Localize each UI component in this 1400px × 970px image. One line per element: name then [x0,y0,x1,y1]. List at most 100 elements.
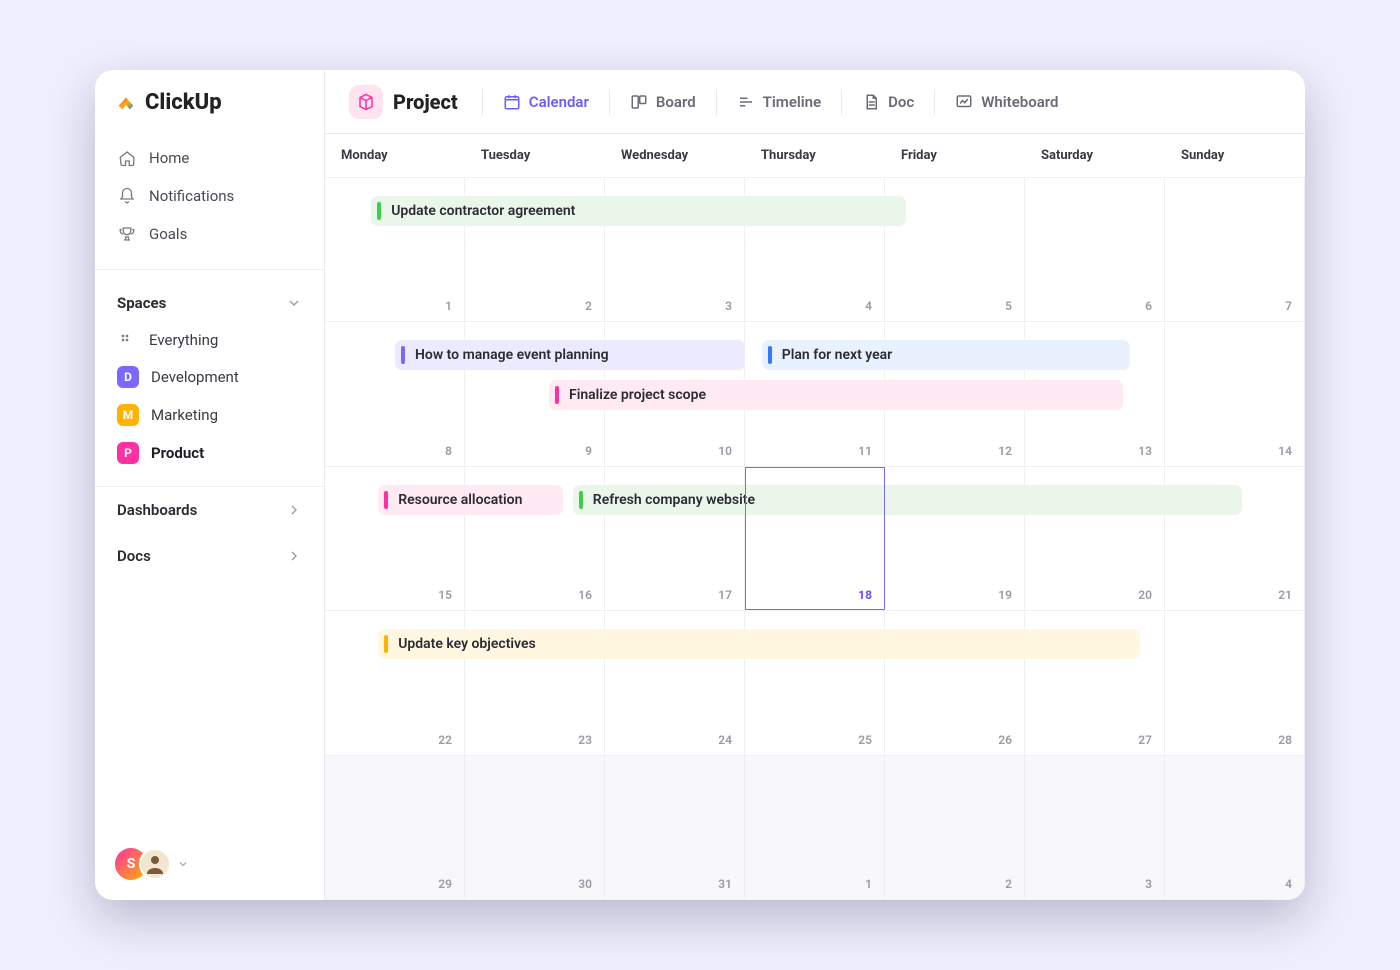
dow-saturday: Saturday [1025,134,1165,177]
tab-calendar[interactable]: Calendar [489,87,603,117]
calendar-day[interactable]: 5 [885,178,1025,321]
day-headers: Monday Tuesday Wednesday Thursday Friday… [325,134,1305,178]
day-number: 8 [445,444,452,458]
tab-board[interactable]: Board [616,87,710,117]
calendar-event[interactable]: How to manage event planning [395,340,745,370]
spaces-list: Everything D Development M Marketing P P… [95,322,324,472]
day-number: 12 [998,444,1012,458]
nav-item-label: Home [149,149,189,167]
calendar-day[interactable]: 14 [1165,322,1305,465]
user-avatars[interactable]: S [95,834,324,900]
day-number: 5 [1005,299,1012,313]
day-number: 6 [1145,299,1152,313]
space-development[interactable]: D Development [107,358,312,396]
grid-icon [117,330,137,350]
separator [716,89,717,115]
calendar-event[interactable]: Plan for next year [762,340,1130,370]
calendar-day[interactable]: 31 [605,756,745,899]
chevron-down-icon[interactable] [177,855,189,874]
calendar-week: 15161718192021Resource allocationRefresh… [325,467,1305,611]
nav-notifications[interactable]: Notifications [107,177,312,215]
calendar-day[interactable]: 7 [1165,178,1305,321]
docs-label: Docs [117,547,151,565]
separator [482,89,483,115]
calendar-day[interactable]: 2 [885,756,1025,899]
event-title: Update key objectives [398,636,536,652]
calendar-week: 1234567Update contractor agreement [325,178,1305,322]
nav-item-label: Goals [149,225,187,243]
primary-nav: Home Notifications Goals [95,133,324,259]
day-number: 15 [438,588,452,602]
dow-monday: Monday [325,134,465,177]
day-number: 16 [578,588,592,602]
avatar-photo[interactable] [139,848,171,880]
page-title[interactable]: Project [349,85,476,119]
calendar-event[interactable]: Finalize project scope [549,380,1123,410]
calendar-day[interactable]: 29 [325,756,465,899]
person-icon [143,852,167,876]
calendar-event[interactable]: Update key objectives [378,629,1140,659]
calendar-day[interactable]: 30 [465,756,605,899]
brand-name: ClickUp [145,90,222,115]
tab-label: Board [656,93,696,111]
tab-label: Doc [888,93,914,111]
dow-sunday: Sunday [1165,134,1305,177]
dashboards-section[interactable]: Dashboards [95,487,324,533]
event-accent [384,635,388,653]
day-number: 27 [1138,733,1152,747]
calendar-day[interactable]: 18 [745,467,885,610]
day-number: 28 [1278,733,1292,747]
nav-home[interactable]: Home [107,139,312,177]
day-number: 26 [998,733,1012,747]
spaces-header[interactable]: Spaces [95,280,324,322]
separator [609,89,610,115]
doc-icon [862,93,880,111]
day-number: 2 [585,299,592,313]
calendar-day[interactable]: 3 [1025,756,1165,899]
brand-logo[interactable]: ClickUp [95,90,324,133]
space-label: Development [151,368,239,386]
space-product[interactable]: P Product [107,434,312,472]
calendar-view: Monday Tuesday Wednesday Thursday Friday… [325,134,1305,900]
day-number: 18 [858,588,872,602]
separator [934,89,935,115]
day-number: 17 [718,588,732,602]
event-accent [377,202,381,220]
day-number: 4 [1285,877,1292,891]
calendar-event[interactable]: Refresh company website [573,485,1242,515]
day-number: 14 [1278,444,1292,458]
space-everything[interactable]: Everything [107,322,312,358]
day-number: 30 [578,877,592,891]
calendar-day[interactable]: 6 [1025,178,1165,321]
calendar-event[interactable]: Update contractor agreement [371,196,906,226]
calendar-week: 29 30 3112 3 4 [325,756,1305,900]
calendar-week: 22232425262728Update key objectives [325,611,1305,755]
bell-icon [117,186,137,206]
sidebar: ClickUp Home Notifications Goals [95,70,325,900]
event-accent [555,386,559,404]
dow-thursday: Thursday [745,134,885,177]
calendar-day[interactable]: 4 [1165,756,1305,899]
day-number: 29 [438,877,452,891]
dow-wednesday: Wednesday [605,134,745,177]
day-number: 21 [1278,588,1292,602]
separator [841,89,842,115]
home-icon [117,148,137,168]
docs-section[interactable]: Docs [95,533,324,579]
space-label: Product [151,444,204,462]
nav-goals[interactable]: Goals [107,215,312,253]
space-marketing[interactable]: M Marketing [107,396,312,434]
calendar-day[interactable]: 28 [1165,611,1305,754]
tab-doc[interactable]: Doc [848,87,928,117]
board-icon [630,93,648,111]
dow-friday: Friday [885,134,1025,177]
calendar-day[interactable]: 1 [745,756,885,899]
tab-whiteboard[interactable]: Whiteboard [941,87,1072,117]
space-badge: P [117,442,139,464]
space-badge: D [117,366,139,388]
day-number: 3 [1145,877,1152,891]
dow-tuesday: Tuesday [465,134,605,177]
tab-label: Timeline [763,93,821,111]
tab-timeline[interactable]: Timeline [723,87,835,117]
calendar-event[interactable]: Resource allocation [378,485,563,515]
